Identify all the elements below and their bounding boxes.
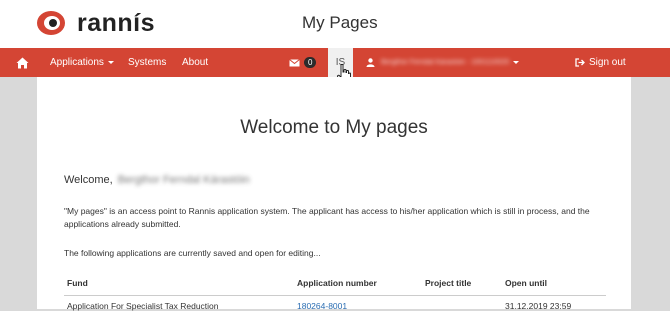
signout-label: Sign out: [589, 57, 626, 68]
chevron-down-icon: [107, 61, 114, 64]
about-link-label: About: [182, 57, 209, 68]
fund-column-header: Fund: [67, 278, 88, 288]
signout-button[interactable]: Sign out: [575, 48, 626, 77]
logo-text: rannís: [77, 8, 156, 37]
main-navbar: Applications Systems About 0 IS Bergthor…: [0, 48, 670, 77]
application-number-column-header: Application number: [297, 278, 377, 288]
sign-out-icon: [575, 58, 585, 67]
messages-button[interactable]: 0: [289, 48, 317, 77]
table-header-divider: [64, 295, 606, 296]
open-until-cell: 31.12.2019 23:59: [505, 301, 572, 311]
fund-cell: Application For Specialist Tax Reduction: [67, 301, 219, 311]
systems-link-label: Systems: [128, 57, 167, 68]
about-link[interactable]: About: [182, 48, 208, 77]
page-title: My Pages: [302, 13, 378, 32]
greeting-label: Welcome,: [64, 174, 113, 186]
chevron-down-icon: [513, 61, 520, 64]
site-header: rannís My Pages: [0, 0, 670, 48]
systems-link[interactable]: Systems: [128, 48, 166, 77]
main-content: Welcome to My pages Welcome, Bergthor Fe…: [37, 77, 631, 311]
user-menu[interactable]: Bergthor Ferndal Kárastóin - 1001110020: [366, 48, 520, 77]
rannis-logo[interactable]: rannís: [35, 8, 155, 38]
applications-menu[interactable]: Applications: [50, 48, 114, 77]
home-button[interactable]: [14, 48, 30, 77]
application-number-link[interactable]: 180264-8001: [297, 301, 347, 311]
welcome-heading: Welcome to My pages: [240, 117, 428, 138]
logo-mark-icon: [37, 11, 65, 35]
envelope-icon: [289, 58, 300, 66]
home-icon: [16, 57, 28, 68]
project-title-column-header: Project title: [425, 278, 472, 288]
user-name-label: Bergthor Ferndal Kárastóin - 1001110020: [381, 59, 510, 66]
applications-menu-label: Applications: [50, 57, 104, 68]
messages-count-badge: 0: [304, 57, 317, 68]
greeting-name: Bergthor Ferndal Kárastóin: [117, 174, 250, 186]
open-applications-note: The following applications are currently…: [64, 248, 321, 258]
user-icon: [366, 58, 375, 67]
open-until-column-header: Open until: [505, 278, 548, 288]
intro-text: "My pages" is an access point to Rannis …: [64, 206, 590, 229]
greeting: Welcome, Bergthor Ferndal Kárastóin: [64, 174, 250, 186]
